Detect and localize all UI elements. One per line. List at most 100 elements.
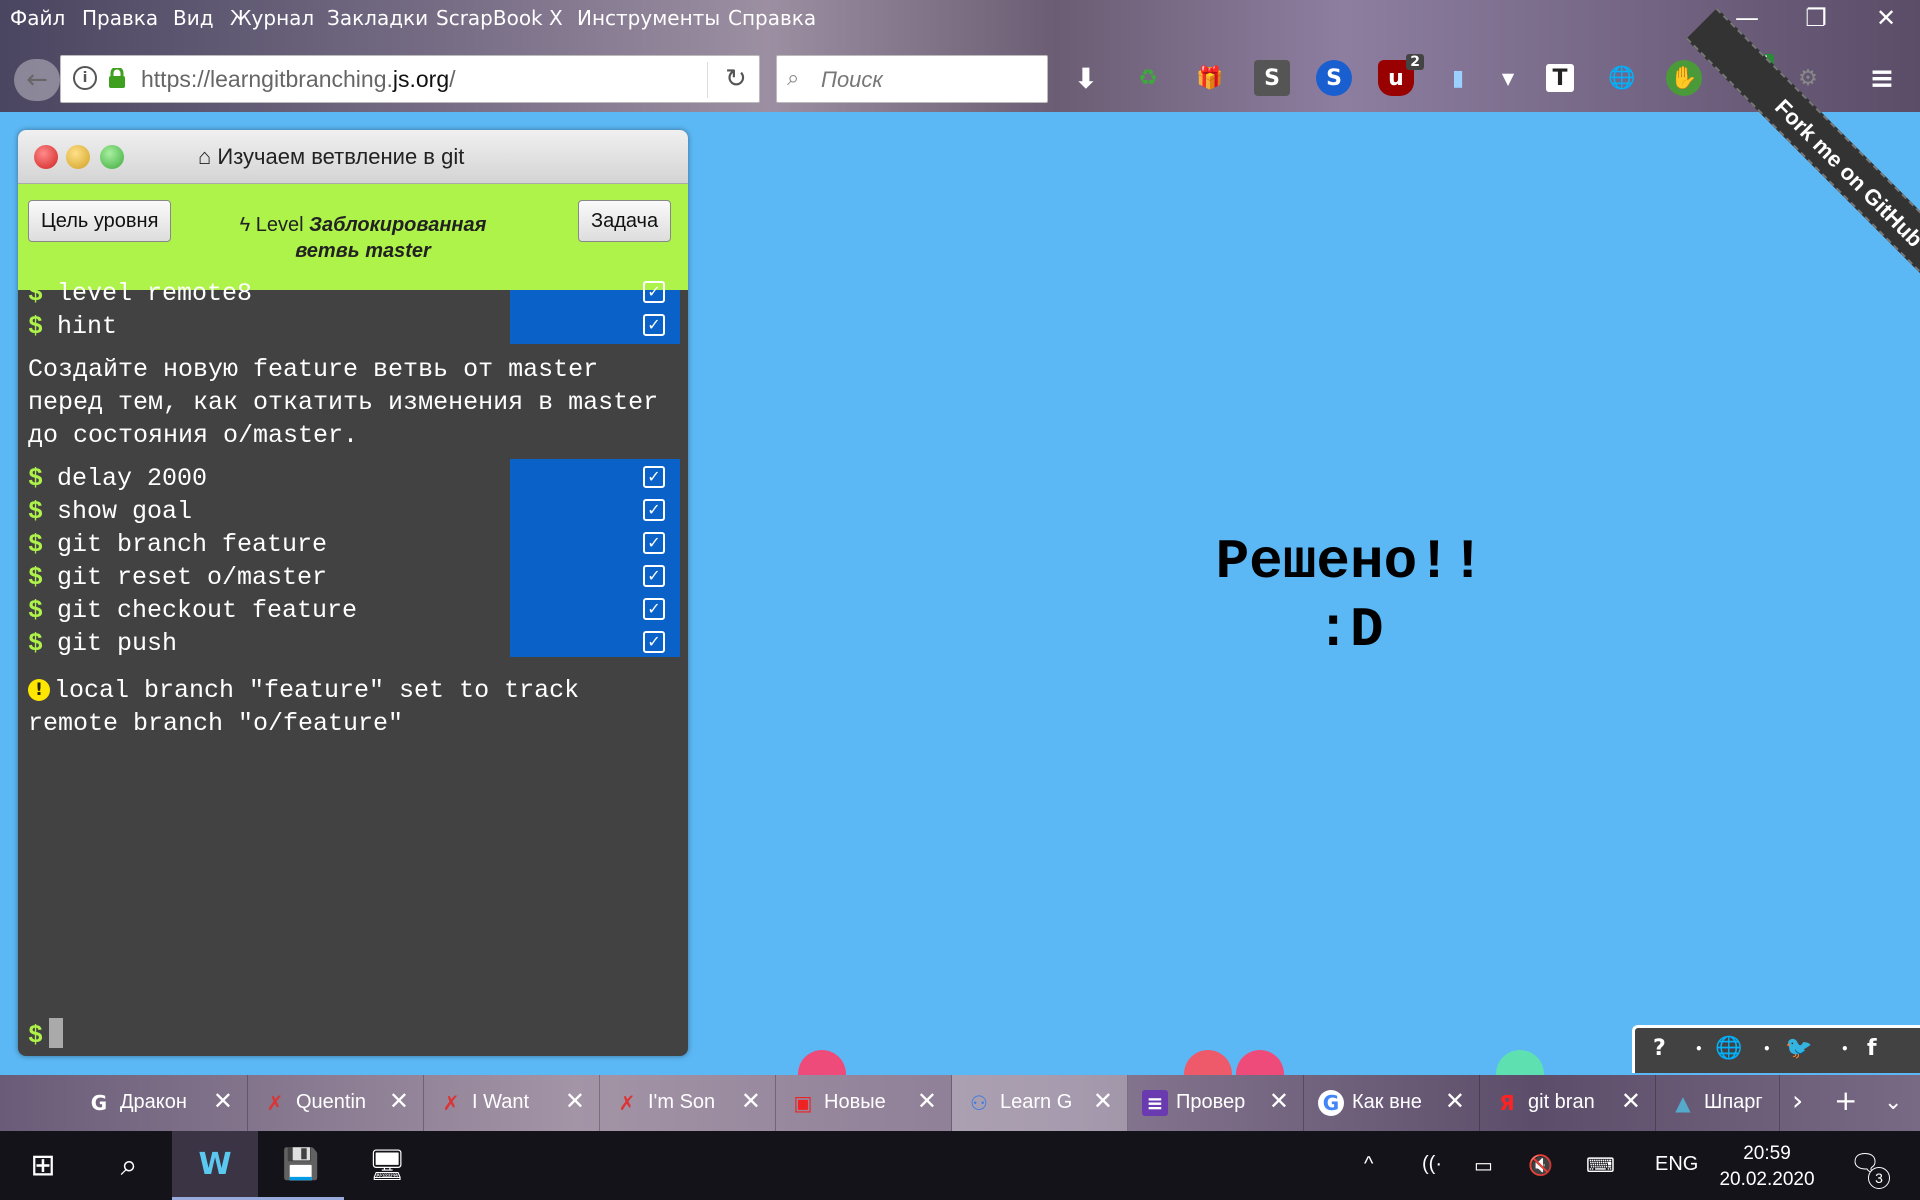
- back-arrow-icon: ←: [26, 65, 48, 95]
- command-block-1: $ level remote8 ✓ $ hint ✓: [18, 277, 688, 344]
- tab-cheatsheet[interactable]: ▲ Шпарг: [1656, 1075, 1780, 1131]
- minimize-dot[interactable]: [66, 145, 90, 169]
- command-line: $ show goal ✓: [18, 495, 688, 528]
- reader-icon[interactable]: T: [1546, 64, 1574, 92]
- save-app-icon[interactable]: 💾: [258, 1131, 344, 1200]
- close-icon[interactable]: ✕: [1269, 1087, 1289, 1116]
- waterfox-icon[interactable]: W: [172, 1131, 258, 1200]
- notification-count: 3: [1868, 1167, 1890, 1189]
- close-icon[interactable]: ✕: [1445, 1087, 1465, 1116]
- globe-icon[interactable]: 🌐: [1604, 60, 1640, 96]
- close-icon[interactable]: ✕: [741, 1087, 761, 1116]
- checkbox-icon: ✓: [643, 314, 665, 336]
- maximize-dot[interactable]: [100, 145, 124, 169]
- start-icon[interactable]: ⊞: [0, 1131, 86, 1200]
- twitter-icon[interactable]: 🐦: [1785, 1036, 1812, 1061]
- level-name: Заблокированная ветвь master: [295, 214, 487, 262]
- computer-icon[interactable]: 🖥: [344, 1131, 430, 1200]
- warning-message: ! local branch "feature" set to track rem…: [28, 676, 580, 738]
- info-icon[interactable]: i: [73, 66, 97, 90]
- back-button[interactable]: ←: [14, 59, 60, 101]
- hint-text: Создайте новую feature ветвь от master п…: [28, 355, 659, 450]
- command-line: $ git branch feature ✓: [18, 528, 688, 561]
- scroll-tabs-right-icon[interactable]: ›: [1792, 1084, 1803, 1117]
- language-indicator[interactable]: ENG: [1655, 1153, 1698, 1176]
- hand-icon[interactable]: ✋: [1666, 60, 1702, 96]
- facebook-icon[interactable]: f: [1867, 1036, 1877, 1061]
- separator-dot: •: [1841, 1042, 1849, 1056]
- menu-edit[interactable]: Правка: [82, 6, 158, 30]
- goal-button[interactable]: Цель уровня: [28, 200, 172, 242]
- menu-scrapbook[interactable]: ScrapBook X: [436, 6, 563, 30]
- close-icon[interactable]: ✕: [565, 1087, 585, 1116]
- recycle-icon[interactable]: ♻: [1130, 60, 1166, 96]
- search-icon[interactable]: ⌕: [86, 1131, 172, 1200]
- clock[interactable]: 20:59 20.02.2020: [1712, 1141, 1822, 1193]
- tab-list-icon[interactable]: ⌄: [1884, 1090, 1902, 1115]
- checkbox-icon: ✓: [643, 499, 665, 521]
- download-icon[interactable]: ⬇: [1068, 60, 1104, 96]
- close-icon[interactable]: ✕: [917, 1087, 937, 1116]
- level-bar: Цель уровня ϟ Level Заблокированная ветв…: [18, 184, 688, 290]
- tab-check[interactable]: ≡ Провер ✕: [1128, 1075, 1304, 1131]
- new-tab-icon[interactable]: +: [1834, 1084, 1857, 1117]
- globe-icon[interactable]: 🌐: [1715, 1036, 1742, 1061]
- url-text[interactable]: https://learngitbranching.js.org/: [141, 66, 456, 93]
- menu-history[interactable]: Журнал: [230, 6, 314, 30]
- close-icon[interactable]: ✕: [389, 1087, 409, 1116]
- close-icon[interactable]: ✕: [1621, 1087, 1641, 1116]
- task-button[interactable]: Задача: [578, 200, 672, 242]
- tab-git-branch[interactable]: Яgit bran ✕: [1480, 1075, 1656, 1131]
- help-icon[interactable]: ?: [1653, 1036, 1666, 1061]
- maximize-button[interactable]: ❐: [1796, 4, 1836, 32]
- battery-icon[interactable]: ▭: [1474, 1153, 1493, 1178]
- social-bar: ? • 🌐 • 🐦 • f: [1632, 1025, 1920, 1073]
- site-icon: ✗: [618, 1091, 636, 1115]
- menu-file[interactable]: Файл: [10, 6, 65, 30]
- tab-dragon[interactable]: G Дракон ✕: [72, 1075, 248, 1131]
- solved-title: Решено!!: [1215, 530, 1485, 594]
- network-icon[interactable]: ((·: [1422, 1153, 1442, 1176]
- menu-help[interactable]: Справка: [728, 6, 816, 30]
- tab-strip: G Дракон ✕ ✗ Quentin ✕ ✗ I Want ✕ ✗ I'm Son ✕ ▣ Н…: [0, 1075, 1920, 1131]
- keyboard-icon[interactable]: ⌨: [1586, 1153, 1615, 1178]
- close-window-button[interactable]: ✕: [1866, 4, 1906, 32]
- search-bar[interactable]: ⌕ Поиск: [776, 55, 1048, 103]
- tab-learn-git[interactable]: ⚇ Learn G ✕: [952, 1075, 1128, 1131]
- dropdown-icon[interactable]: ▼: [1490, 60, 1526, 96]
- gift-icon[interactable]: 🎁: [1192, 60, 1228, 96]
- search-placeholder: Поиск: [821, 67, 883, 92]
- tray-expand-icon[interactable]: ^: [1364, 1153, 1373, 1176]
- ublock-icon[interactable]: u2: [1378, 54, 1424, 96]
- menu-bookmarks[interactable]: Закладки: [327, 6, 428, 30]
- close-dot[interactable]: [34, 145, 58, 169]
- checkbox-icon: ✓: [643, 281, 665, 303]
- separator-dot: •: [1695, 1042, 1703, 1056]
- menu-view[interactable]: Вид: [173, 6, 214, 30]
- tab-quentin[interactable]: ✗ Quentin ✕: [248, 1075, 424, 1131]
- google-icon: G: [90, 1091, 108, 1115]
- level-label: ϟ Level Заблокированная ветвь master: [239, 214, 487, 262]
- close-icon[interactable]: ✕: [213, 1087, 233, 1116]
- tab-news[interactable]: ▣ Новые ✕: [776, 1075, 952, 1131]
- address-bar[interactable]: i https://learngitbranching.js.org/ ↻: [60, 55, 760, 103]
- checkbox-icon: ✓: [643, 565, 665, 587]
- yandex-icon: Я: [1499, 1091, 1515, 1115]
- terminal-panel: ⌂ Изучаем ветвление в git Цель уровня ϟ …: [18, 130, 688, 1056]
- reload-icon[interactable]: ↻: [725, 64, 747, 94]
- site-icon: ✗: [266, 1091, 284, 1115]
- seo-icon[interactable]: S: [1316, 60, 1352, 96]
- stylish-icon[interactable]: S: [1254, 60, 1290, 96]
- checkbox-icon: ✓: [643, 466, 665, 488]
- tv-icon: ▣: [793, 1091, 813, 1115]
- tab-im-sorry[interactable]: ✗ I'm Son ✕: [600, 1075, 776, 1131]
- bookmark-panel-icon[interactable]: ▮: [1440, 60, 1476, 96]
- volume-muted-icon[interactable]: 🔇: [1528, 1153, 1553, 1178]
- hamburger-menu-icon[interactable]: ≡: [1864, 60, 1900, 96]
- url-separator: [707, 62, 708, 98]
- command-prompt[interactable]: $: [28, 1018, 64, 1050]
- tab-i-want[interactable]: ✗ I Want ✕: [424, 1075, 600, 1131]
- menu-tools[interactable]: Инструменты: [577, 6, 720, 30]
- close-icon[interactable]: ✕: [1093, 1087, 1113, 1116]
- tab-how-to[interactable]: G Как вне ✕: [1304, 1075, 1480, 1131]
